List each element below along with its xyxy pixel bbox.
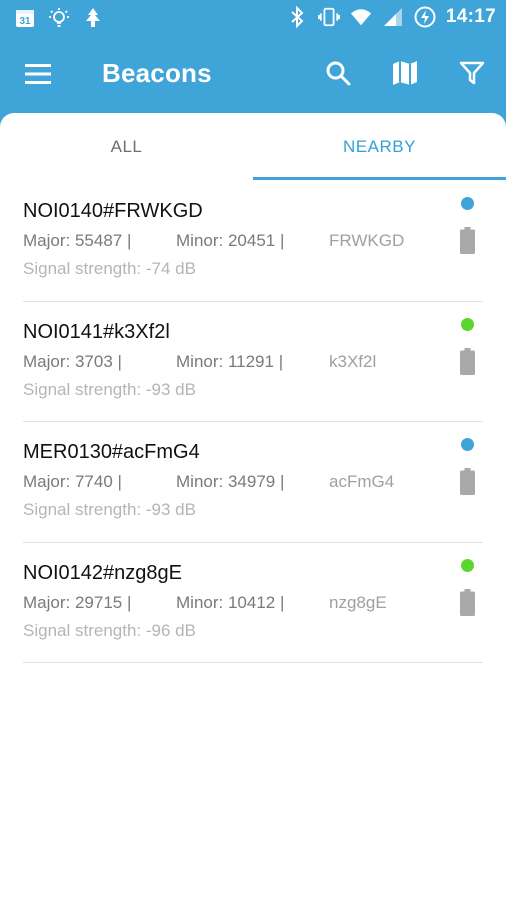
beacon-status-dot-icon [461,558,474,572]
battery-icon [460,588,475,616]
beacon-minor: Minor: 11291 | [176,351,284,371]
beacon-signal-strength: Signal strength: -96 dB [23,620,196,640]
beacon-major: Major: 29715 | [23,592,132,612]
status-bar-right: 14:17 [286,6,496,28]
status-bar-left: 31 [14,7,104,29]
beacon-minor: Minor: 34979 | [176,472,285,491]
menu-button[interactable] [24,62,54,86]
beacon-code: FRWKGD [329,231,405,250]
beacon-list-item[interactable]: MER0130#acFmG4 Major: 7740 | Minor: 3497… [23,422,483,543]
beacon-status-dot-icon [461,317,474,331]
beacon-signal-strength: Signal strength: -74 dB [23,259,196,278]
bluetooth-icon [286,6,308,28]
search-icon [326,61,351,86]
beacon-major: Major: 3703 | [23,351,122,371]
content-sheet: ALL NEARBY NOI0140#FRWKGD Major: 55487 |… [0,113,506,900]
battery-charging-icon [414,6,436,28]
lightbulb-icon [48,7,70,29]
beacon-status-dot-icon [461,438,474,451]
status-bar: 31 14:17 [0,0,506,36]
beacon-major: Major: 55487 | [23,231,132,250]
map-icon [393,61,417,85]
beacon-list-item[interactable]: NOI0142#nzg8gE Major: 29715 | Minor: 104… [23,543,483,663]
tab-bar: ALL NEARBY [0,113,506,181]
beacon-status-dot-icon [461,197,474,210]
battery-icon [460,347,475,375]
status-time: 14:17 [445,6,496,27]
beacon-name: MER0130#acFmG4 [23,441,200,463]
beacon-signal-strength: Signal strength: -93 dB [23,379,196,399]
tree-icon [82,7,104,29]
beacon-list-item[interactable]: NOI0140#FRWKGD Major: 55487 | Minor: 204… [23,181,483,302]
calendar-day: 31 [19,16,31,27]
calendar-icon: 31 [14,7,36,29]
map-button[interactable] [390,58,420,88]
beacon-name: NOI0142#nzg8gE [23,561,183,584]
battery-icon [460,468,475,495]
beacon-name: NOI0141#k3Xf2l [23,320,170,343]
beacon-code: nzg8gE [329,592,387,612]
beacon-signal-strength: Signal strength: -93 dB [23,500,196,519]
tab-all[interactable]: ALL [0,113,253,181]
battery-icon [460,227,475,254]
search-button[interactable] [323,58,353,88]
beacon-major: Major: 7740 | [23,472,122,491]
hamburger-menu-icon [25,64,51,84]
filter-icon [459,61,485,85]
tab-nearby[interactable]: NEARBY [253,113,506,181]
beacon-code: k3Xf2l [329,351,377,371]
app-title: Beacons [102,58,212,88]
beacon-minor: Minor: 20451 | [176,231,285,250]
wifi-icon [350,6,372,28]
signal-icon [382,6,404,28]
vibrate-icon [317,6,340,28]
app-bar: Beacons [0,36,506,114]
filter-button[interactable] [457,58,487,88]
beacon-list-item[interactable]: NOI0141#k3Xf2l Major: 3703 | Minor: 1129… [23,302,483,422]
beacon-minor: Minor: 10412 | [176,592,285,612]
beacon-name: NOI0140#FRWKGD [23,200,203,222]
tab-selected-indicator [253,177,506,180]
beacon-code: acFmG4 [329,472,395,491]
beacon-list: NOI0140#FRWKGD Major: 55487 | Minor: 204… [0,181,506,663]
